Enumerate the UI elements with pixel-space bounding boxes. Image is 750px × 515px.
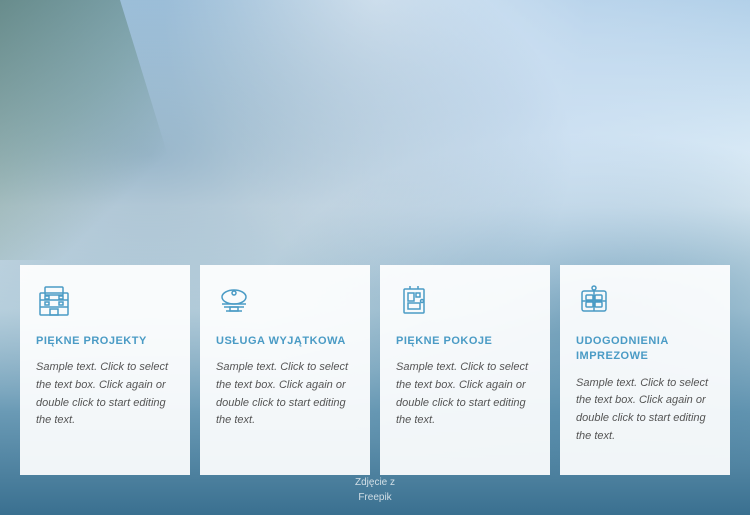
room-icon <box>396 283 534 324</box>
service-icon <box>216 283 354 324</box>
content-area: PIĘKNE PROJEKTY Sample text. Click to se… <box>0 0 750 515</box>
card-4-title: UDOGODNIENIA IMPREZOWE <box>576 334 714 365</box>
footer-line2: Freepik <box>355 490 395 505</box>
card-amenities[interactable]: UDOGODNIENIA IMPREZOWE Sample text. Clic… <box>560 265 730 475</box>
footer-line1: Zdjęcie z <box>355 475 395 490</box>
footer-credit: Zdjęcie z Freepik <box>355 475 395 505</box>
card-1-text: Sample text. Click to select the text bo… <box>36 359 174 429</box>
card-exceptional-service[interactable]: USŁUGA WYJĄTKOWA Sample text. Click to s… <box>200 265 370 475</box>
amenity-icon <box>576 283 714 324</box>
card-2-title: USŁUGA WYJĄTKOWA <box>216 334 354 349</box>
card-beautiful-rooms[interactable]: PIĘKNE POKOJE Sample text. Click to sele… <box>380 265 550 475</box>
cards-row: PIĘKNE PROJEKTY Sample text. Click to se… <box>0 265 750 475</box>
card-1-title: PIĘKNE PROJEKTY <box>36 334 174 349</box>
page-wrapper: PIĘKNE PROJEKTY Sample text. Click to se… <box>0 0 750 515</box>
card-3-text: Sample text. Click to select the text bo… <box>396 359 534 429</box>
card-2-text: Sample text. Click to select the text bo… <box>216 359 354 429</box>
card-4-text: Sample text. Click to select the text bo… <box>576 375 714 445</box>
card-beautiful-projects[interactable]: PIĘKNE PROJEKTY Sample text. Click to se… <box>20 265 190 475</box>
card-3-title: PIĘKNE POKOJE <box>396 334 534 349</box>
building-icon <box>36 283 174 324</box>
